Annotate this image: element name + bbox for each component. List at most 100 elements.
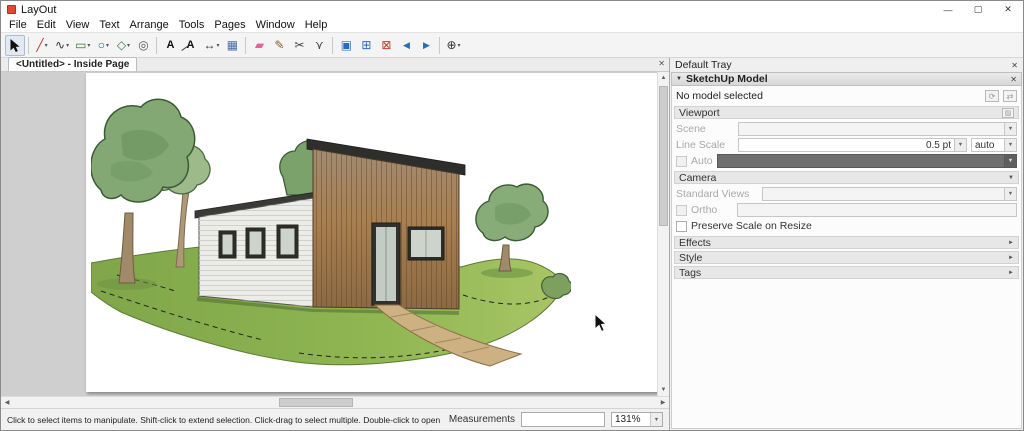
eraser-tool[interactable]: ▰ [249, 35, 269, 56]
presentation-icon: ▣ [340, 38, 353, 52]
chevron-down-icon[interactable]: ▼ [954, 139, 966, 151]
sketchup-model-viewport[interactable] [91, 95, 571, 375]
scroll-left-icon[interactable]: ◀ [1, 397, 13, 408]
table-tool[interactable]: ▦ [222, 35, 242, 56]
sketchup-model-panel-header[interactable]: ▼ SketchUp Model ✕ [671, 72, 1022, 86]
line-tool[interactable]: ╱ ▾ [32, 35, 52, 56]
vertical-scrollbar[interactable]: ▲ ▼ [657, 72, 669, 396]
page[interactable] [86, 73, 669, 392]
collapse-arrow-icon[interactable]: ▼ [676, 76, 682, 82]
sketchup-model-panel-body: No model selected ⟳ ⇄ Viewport ▨ Scene ▼ [671, 86, 1022, 429]
model-status-text: No model selected [676, 90, 763, 102]
expand-arrow-icon[interactable]: ► [1008, 255, 1014, 261]
select-tool[interactable] [5, 34, 25, 56]
zoom-tool[interactable]: ⊕ ▾ [443, 35, 463, 56]
menu-pages[interactable]: Pages [209, 18, 250, 33]
close-button[interactable]: ✕ [993, 1, 1023, 18]
menu-edit[interactable]: Edit [32, 18, 61, 33]
measurements-input[interactable] [521, 412, 605, 427]
layout-app-icon [7, 5, 16, 14]
edit-viewport-button[interactable]: ▨ [1002, 107, 1014, 118]
add-page-button[interactable]: ⊞ [356, 35, 376, 56]
chevron-down-icon[interactable]: ▼ [1004, 139, 1016, 151]
tray-close-icon[interactable]: ✕ [1011, 61, 1018, 70]
menu-text[interactable]: Text [94, 18, 124, 33]
effects-section-header[interactable]: Effects ► [674, 236, 1019, 249]
maximize-button[interactable]: ▢ [963, 1, 993, 18]
toolbar-separator [332, 36, 334, 54]
panel-close-icon[interactable]: ✕ [1010, 75, 1017, 84]
auto-row: Auto ▼ [674, 153, 1019, 169]
chevron-down-icon[interactable]: ▼ [650, 413, 662, 426]
expand-arrow-icon[interactable]: ► [1008, 240, 1014, 246]
tags-section-label: Tags [679, 266, 702, 279]
titlebar: LayOut — ▢ ✕ [1, 1, 1023, 18]
standard-views-select[interactable]: ▼ [762, 187, 1017, 201]
chevron-down-icon: ▾ [127, 42, 131, 49]
update-model-button[interactable]: ⟳ [985, 90, 999, 102]
horizontal-scroll-thumb[interactable] [279, 398, 353, 407]
next-page-button[interactable]: ▶ [416, 35, 436, 56]
split-tool[interactable]: ✂ [289, 35, 309, 56]
menu-file[interactable]: File [4, 18, 32, 33]
text-icon: A [166, 38, 175, 51]
menu-tools[interactable]: Tools [174, 18, 210, 33]
zoom-level-select[interactable]: 131% ▼ [611, 412, 663, 427]
tabbar-close-icon[interactable]: ✕ [658, 59, 665, 68]
chevron-down-icon: ▾ [87, 42, 91, 49]
style-section-header[interactable]: Style ► [674, 251, 1019, 264]
rectangle-tool[interactable]: ▭ ▾ [72, 35, 93, 56]
style-tool[interactable]: ✎ [269, 35, 289, 56]
circle-tool[interactable]: ○ ▾ [93, 35, 113, 56]
house[interactable] [194, 138, 466, 315]
freehand-tool[interactable]: ∿ ▾ [52, 35, 72, 56]
camera-section-header[interactable]: Camera ▼ [674, 171, 1019, 184]
chevron-down-icon: ▾ [216, 42, 220, 49]
menu-view[interactable]: View [61, 18, 95, 33]
presentation-button[interactable]: ▣ [336, 35, 356, 56]
ortho-checkbox[interactable] [676, 204, 687, 216]
horizontal-scrollbar[interactable]: ◀ ▶ [1, 396, 669, 408]
ortho-scale-field[interactable] [737, 203, 1017, 217]
collapse-arrow-icon[interactable]: ▼ [1008, 175, 1014, 181]
scroll-right-icon[interactable]: ▶ [657, 397, 669, 408]
offset-tool[interactable]: ◎ [133, 35, 153, 56]
line-scale-unit-select[interactable]: auto ▼ [971, 138, 1017, 152]
edit-view-icon: ▨ [1004, 109, 1012, 117]
menu-help[interactable]: Help [300, 18, 333, 33]
line-scale-unit-value: auto [975, 139, 995, 151]
line-scale-row: Line Scale 0.5 pt ▼ auto ▼ [674, 137, 1019, 153]
viewport-section-header[interactable]: Viewport ▨ [674, 106, 1019, 119]
chevron-down-icon: ▾ [44, 42, 48, 49]
relink-model-button[interactable]: ⇄ [1003, 90, 1017, 102]
document-tab-label: <Untitled> - Inside Page [16, 59, 130, 70]
menu-window[interactable]: Window [251, 18, 300, 33]
join-tool[interactable]: ⋎ [309, 35, 329, 56]
vertical-scroll-thumb[interactable] [659, 86, 668, 226]
dimension-tool[interactable]: ↔ ▾ [200, 35, 222, 56]
scroll-up-icon[interactable]: ▲ [658, 72, 669, 84]
menubar: File Edit View Text Arrange Tools Pages … [1, 18, 1023, 33]
model-status-row: No model selected ⟳ ⇄ [674, 88, 1019, 104]
auto-checkbox[interactable] [676, 155, 687, 167]
label-icon: A [186, 38, 195, 51]
text-tool[interactable]: A [160, 35, 180, 56]
previous-page-button[interactable]: ◀ [396, 35, 416, 56]
chevron-down-icon[interactable]: ▼ [1004, 123, 1016, 135]
preserve-scale-checkbox[interactable] [676, 220, 687, 232]
scroll-down-icon[interactable]: ▼ [658, 384, 669, 396]
render-mode-select[interactable]: ▼ [716, 154, 1017, 168]
canvas[interactable]: ▲ ▼ [1, 72, 669, 396]
delete-page-button[interactable]: ⊠ [376, 35, 396, 56]
minimize-button[interactable]: — [933, 1, 963, 18]
expand-arrow-icon[interactable]: ► [1008, 270, 1014, 276]
chevron-down-icon[interactable]: ▼ [1004, 188, 1016, 200]
label-tool[interactable]: A [180, 35, 200, 56]
document-tab[interactable]: <Untitled> - Inside Page [8, 57, 138, 71]
line-scale-select[interactable]: 0.5 pt ▼ [738, 138, 967, 152]
tags-section-header[interactable]: Tags ► [674, 266, 1019, 279]
scene-select[interactable]: ▼ [738, 122, 1017, 136]
chevron-down-icon[interactable]: ▼ [1004, 155, 1016, 167]
menu-arrange[interactable]: Arrange [125, 18, 174, 33]
polygon-tool[interactable]: ◇ ▾ [113, 35, 133, 56]
